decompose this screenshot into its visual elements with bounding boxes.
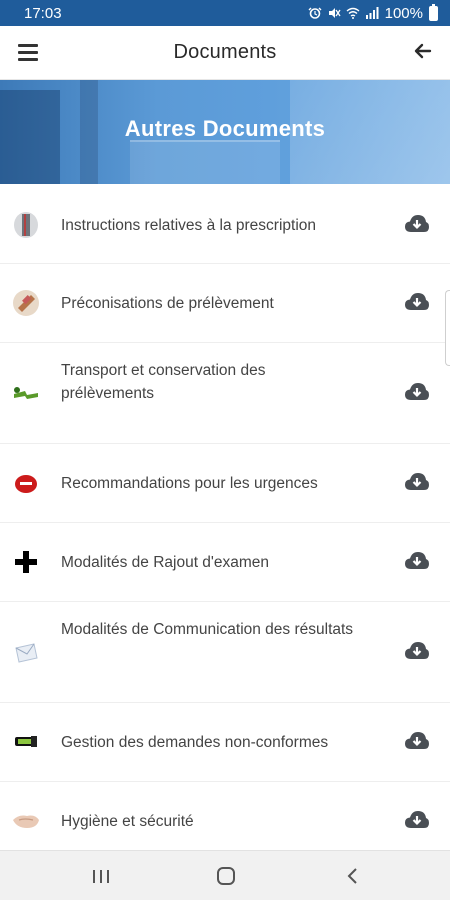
cloud-download-icon[interactable] [404, 551, 430, 571]
list-item-sampling[interactable]: Préconisations de prélèvement [0, 264, 450, 343]
list-item-label: Modalités de Rajout d'examen [61, 554, 270, 571]
list-item-communication[interactable]: Modalités de Communication des résultats [0, 602, 450, 703]
list-item-emergency[interactable]: Recommandations pour les urgences [0, 444, 450, 523]
signal-icon [365, 7, 379, 19]
banner-title: Autres Documents [124, 116, 326, 141]
header-banner: Autres Documents [0, 80, 450, 184]
system-nav-bar [0, 850, 450, 900]
status-time: 17:03 [24, 4, 62, 22]
sampling-icon [13, 290, 39, 316]
instruction-icon [14, 212, 38, 238]
alarm-icon [308, 7, 322, 19]
list-item-label: Transport et conservation des prélèvemen… [61, 362, 266, 402]
transport-icon [14, 387, 38, 399]
list-item-hygiene[interactable]: Hygiène et sécurité [0, 782, 450, 857]
list-item-label: Modalités de Communication des résultats [61, 621, 354, 638]
cloud-download-icon[interactable] [404, 382, 430, 402]
arrow-back-icon[interactable] [410, 38, 436, 64]
cloud-download-icon[interactable] [404, 472, 430, 492]
home-icon[interactable] [215, 865, 237, 887]
status-right: 100% [308, 3, 438, 22]
list-item-label: Préconisations de prélèvement [61, 295, 274, 312]
documents-list: Instructions relatives à la prescription… [0, 186, 450, 857]
hygiene-icon [13, 815, 39, 828]
cloud-download-icon[interactable] [404, 292, 430, 312]
edge-panel-handle[interactable] [445, 290, 450, 366]
back-nav-icon[interactable] [342, 865, 364, 887]
plus-icon [15, 551, 37, 573]
page-title: Documents [173, 41, 277, 63]
list-item-instructions[interactable]: Instructions relatives à la prescription [0, 186, 450, 264]
wifi-icon [346, 7, 360, 19]
emergency-icon [15, 475, 37, 493]
cloud-download-icon[interactable] [404, 731, 430, 751]
list-item-label: Recommandations pour les urgences [61, 475, 318, 492]
nonconform-icon [15, 736, 37, 747]
communication-icon [15, 643, 38, 663]
battery-icon [429, 3, 438, 21]
app-bar: Documents [0, 26, 450, 80]
list-item-label: Instructions relatives à la prescription [61, 217, 317, 234]
hamburger-menu-icon[interactable] [18, 41, 38, 63]
list-item-label: Gestion des demandes non-conformes [61, 734, 329, 751]
cloud-download-icon[interactable] [404, 810, 430, 830]
cloud-download-icon[interactable] [404, 214, 430, 234]
list-item-nonconform[interactable]: Gestion des demandes non-conformes [0, 703, 450, 782]
list-item-label: Hygiène et sécurité [61, 813, 194, 830]
cloud-download-icon[interactable] [404, 641, 430, 661]
recent-apps-icon[interactable] [90, 865, 112, 887]
status-bar: 17:03 100% [0, 0, 450, 26]
mute-icon [328, 8, 341, 18]
list-item-add-exam[interactable]: Modalités de Rajout d'examen [0, 523, 450, 602]
battery-percent: 100% [384, 4, 423, 22]
list-item-transport[interactable]: Transport et conservation des prélèvemen… [0, 343, 450, 444]
